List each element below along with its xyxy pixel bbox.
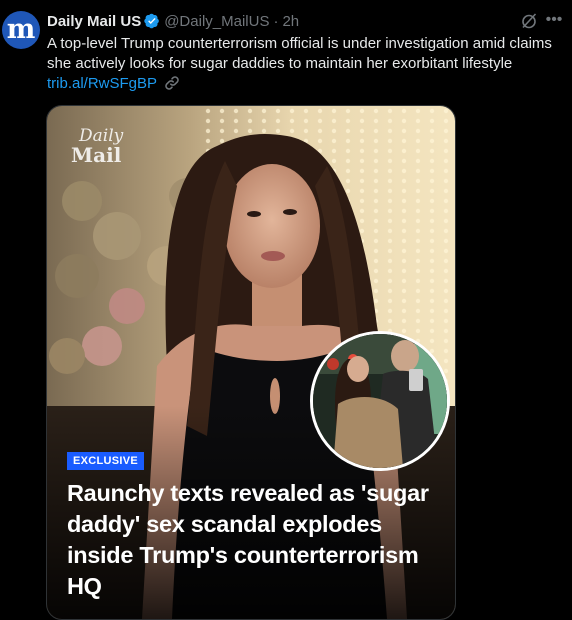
article-card-image[interactable]: Daily Mail EXCLUSIVE Raunchy texts revea…: [46, 105, 456, 620]
article-headline: Raunchy texts revealed as 'sugar daddy' …: [67, 480, 429, 599]
exclusive-badge: EXCLUSIVE: [67, 452, 145, 470]
tweet-link[interactable]: trib.al/RwSFgBP: [47, 75, 157, 92]
link-icon: [165, 76, 179, 90]
tweet-body: A top-level Trump counterterrorism offic…: [47, 35, 552, 72]
tweet-text: A top-level Trump counterterrorism offic…: [47, 34, 552, 94]
handle[interactable]: @Daily_MailUS: [164, 13, 269, 30]
daily-mail-watermark: Daily Mail: [71, 128, 123, 167]
timestamp[interactable]: 2h: [282, 13, 299, 30]
daily-mail-logo-glyph: m: [6, 13, 36, 45]
grok-icon[interactable]: [519, 11, 539, 31]
tweet[interactable]: m Daily Mail US @Daily_MailUS · 2h ••• A…: [0, 0, 572, 620]
logo-line-2: Mail: [71, 143, 122, 167]
avatar[interactable]: m: [2, 11, 40, 49]
separator-dot: ·: [273, 12, 279, 30]
inset-photo-image: [313, 334, 447, 468]
verified-badge-icon[interactable]: [144, 13, 160, 29]
inset-photo: [310, 331, 450, 471]
tweet-header: Daily Mail US @Daily_MailUS · 2h: [47, 10, 299, 32]
more-options-icon[interactable]: •••: [544, 10, 564, 30]
display-name[interactable]: Daily Mail US: [47, 13, 141, 30]
